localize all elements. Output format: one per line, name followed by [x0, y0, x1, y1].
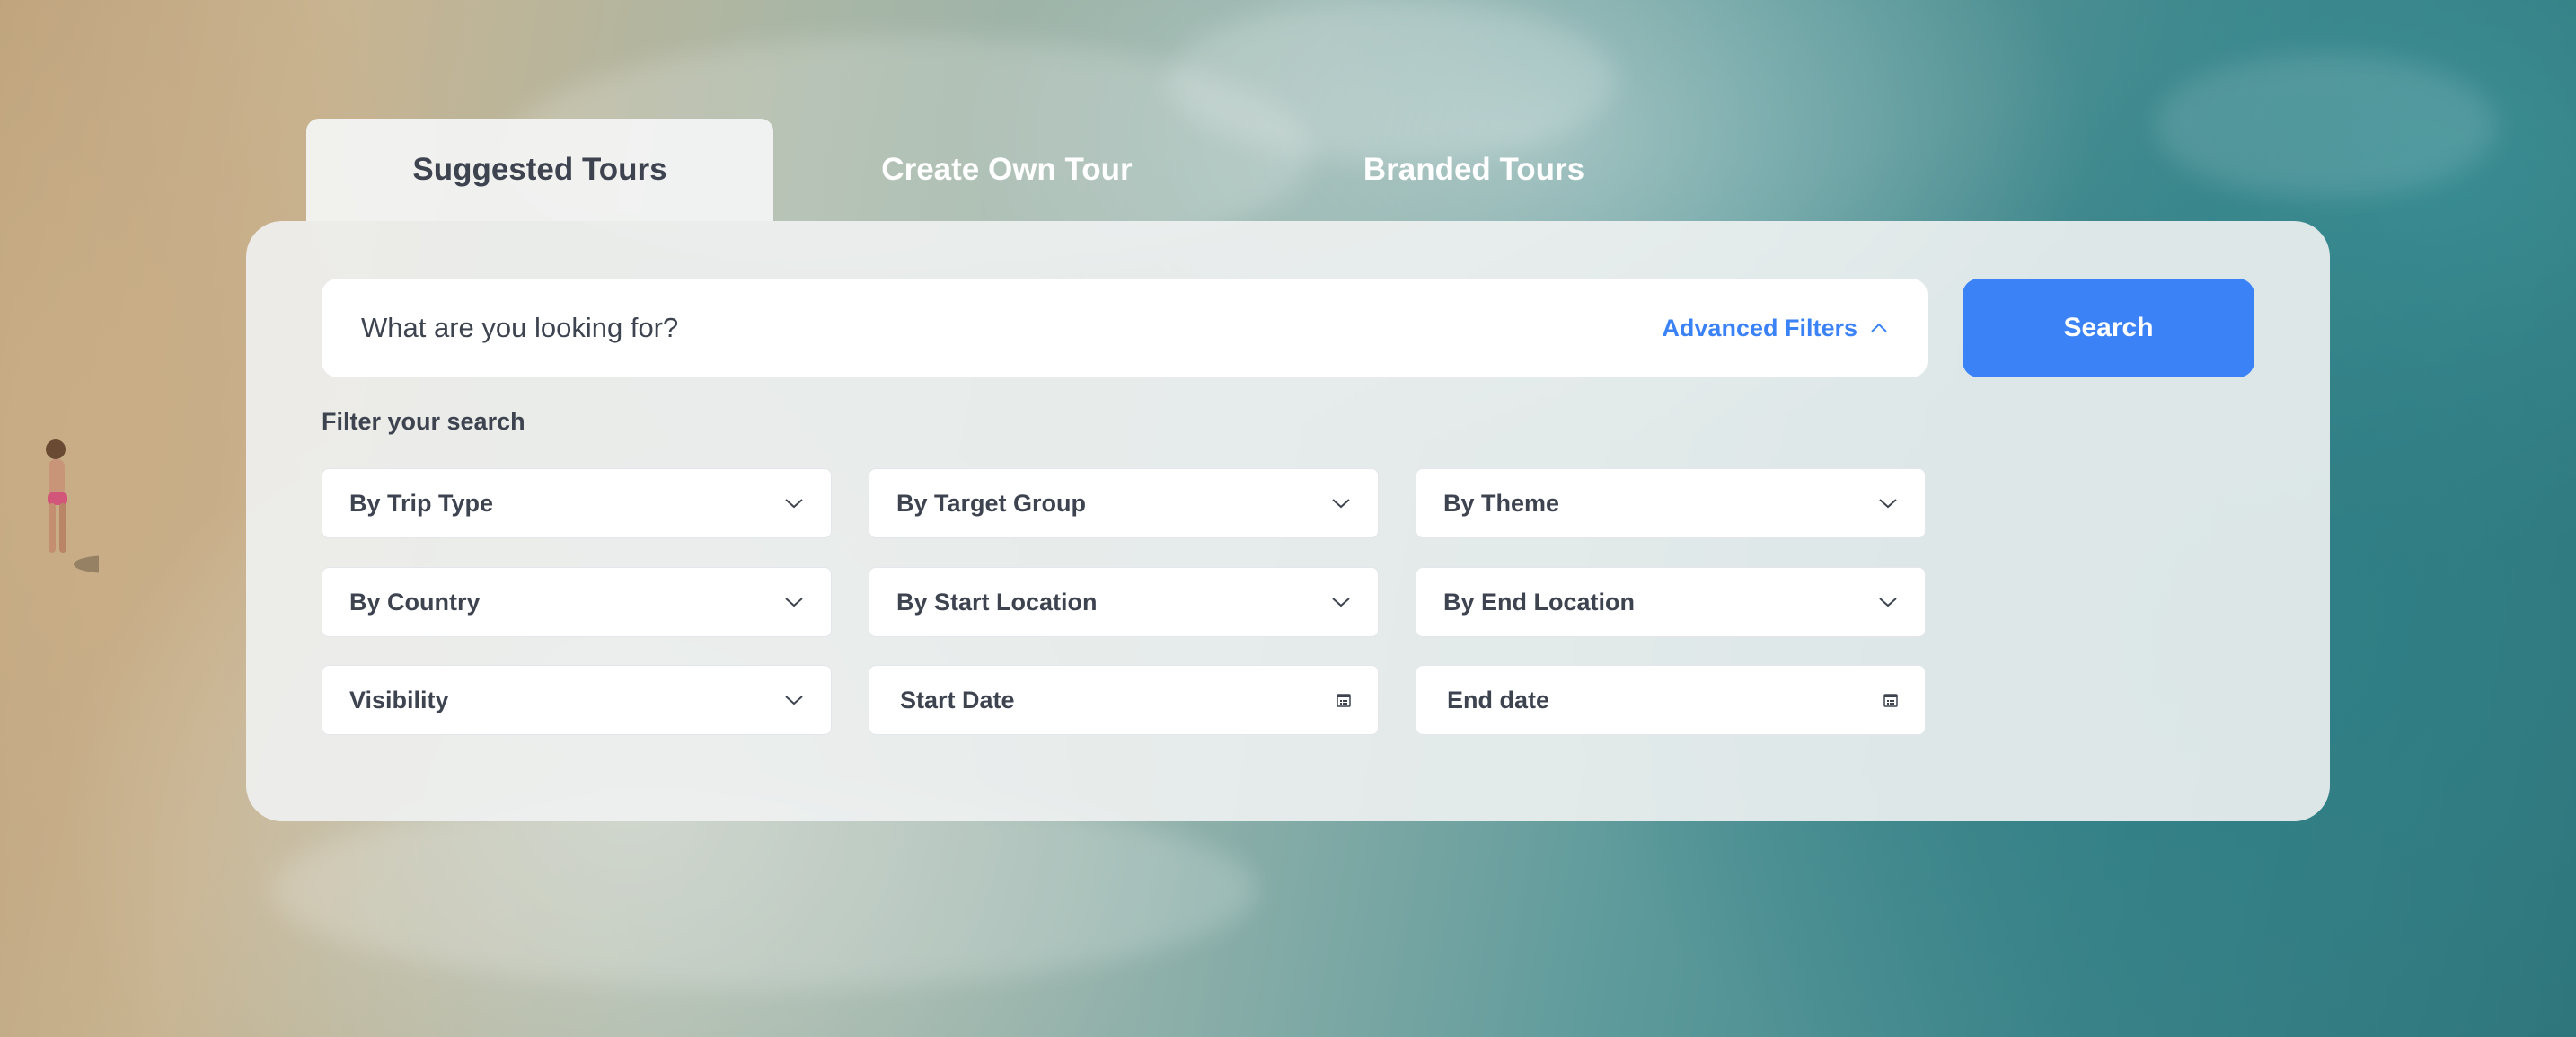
visibility-dropdown[interactable]: Visibility: [322, 665, 832, 735]
chevron-down-icon: [784, 597, 804, 607]
dropdown-label: By Target Group: [896, 489, 1087, 517]
chevron-down-icon: [784, 498, 804, 509]
calendar-icon: [1883, 693, 1898, 707]
search-box: Advanced Filters: [322, 279, 1928, 377]
dropdown-label: By Country: [349, 588, 481, 616]
trip-type-dropdown[interactable]: By Trip Type: [322, 468, 832, 538]
end-location-dropdown[interactable]: By End Location: [1416, 567, 1926, 637]
chevron-down-icon: [1331, 597, 1351, 607]
tab-branded-tours[interactable]: Branded Tours: [1240, 119, 1707, 221]
date-label: End date: [1447, 686, 1550, 713]
date-label: Start Date: [900, 686, 1015, 713]
advanced-filters-toggle[interactable]: Advanced Filters: [1662, 315, 1888, 342]
tour-tabs: Suggested Tours Create Own Tour Branded …: [306, 119, 1707, 221]
person-on-beach: [46, 439, 99, 573]
start-date-field[interactable]: Start Date: [869, 665, 1379, 735]
start-location-dropdown[interactable]: By Start Location: [869, 567, 1379, 637]
dropdown-label: By Start Location: [896, 588, 1098, 616]
chevron-down-icon: [784, 695, 804, 705]
filter-heading: Filter your search: [322, 408, 525, 435]
country-dropdown[interactable]: By Country: [322, 567, 832, 637]
advanced-filters-label: Advanced Filters: [1662, 314, 1857, 341]
calendar-icon: [1337, 693, 1351, 707]
end-date-field[interactable]: End date: [1416, 665, 1926, 735]
chevron-down-icon: [1331, 498, 1351, 509]
chevron-down-icon: [1878, 498, 1898, 509]
tab-create-own-tour[interactable]: Create Own Tour: [773, 119, 1240, 221]
dropdown-label: By Trip Type: [349, 489, 494, 517]
search-input[interactable]: [361, 312, 1663, 344]
chevron-up-icon: [1870, 323, 1888, 333]
target-group-dropdown[interactable]: By Target Group: [869, 468, 1379, 538]
dropdown-label: Visibility: [349, 686, 449, 713]
chevron-down-icon: [1878, 597, 1898, 607]
search-button[interactable]: Search: [1963, 279, 2254, 377]
theme-dropdown[interactable]: By Theme: [1416, 468, 1926, 538]
tab-suggested-tours[interactable]: Suggested Tours: [306, 119, 773, 221]
search-panel: Advanced Filters Search Filter your sear…: [246, 221, 2330, 821]
dropdown-label: By Theme: [1443, 489, 1560, 517]
dropdown-label: By End Location: [1443, 588, 1636, 616]
